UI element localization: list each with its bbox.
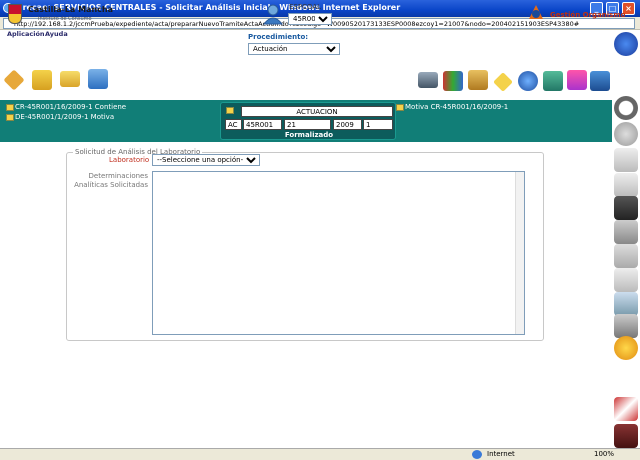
unit-select[interactable]: 45R001: [288, 13, 332, 25]
act-version: 1: [363, 119, 393, 130]
laboratorio-label: Laboratorio: [109, 156, 150, 164]
document-icon: [6, 103, 14, 111]
folder-star-icon[interactable]: [32, 70, 52, 90]
laptop-icon[interactable]: [418, 72, 438, 88]
status-bar: Internet 100%: [0, 448, 640, 460]
act-status: Formalizado: [284, 131, 334, 139]
menu-aplicacion[interactable]: Aplicación: [7, 30, 45, 38]
relation-link-3[interactable]: Motiva CR-45R001/16/2009-1: [396, 103, 508, 111]
stamp-icon[interactable]: [614, 220, 638, 244]
document-icon: [396, 103, 404, 111]
actuacion-title: ACTUACION: [241, 106, 393, 117]
relation-link-2[interactable]: DE-45R001/1/2009-1 Motiva: [6, 113, 114, 121]
books-icon[interactable]: [443, 71, 463, 91]
documents-icon[interactable]: [614, 268, 638, 292]
users-tree-icon[interactable]: [88, 69, 108, 89]
print-preview-icon[interactable]: [614, 244, 638, 268]
act-number: 21: [284, 119, 331, 130]
act-year: 2009: [333, 119, 362, 130]
internet-zone-icon: [472, 450, 482, 459]
back-icon[interactable]: [614, 122, 638, 146]
folder-icon[interactable]: [60, 71, 80, 87]
coat-of-arms-logo: [8, 4, 22, 24]
textarea-scrollbar[interactable]: [515, 172, 524, 334]
printer-icon[interactable]: [614, 314, 638, 338]
procedure-label: Procedimiento:: [248, 33, 309, 41]
menu-ayuda[interactable]: Ayuda: [45, 30, 68, 38]
save-icon[interactable]: [614, 196, 638, 220]
determinaciones-label: Determinaciones Analíticas Solicitadas: [74, 172, 148, 189]
actuacion-summary: ACTUACION AC 45R001 21 2009 1 Formalizad…: [220, 102, 396, 140]
search-icon[interactable]: [614, 96, 638, 120]
cancel-tool-icon[interactable]: [614, 397, 638, 421]
document-icon[interactable]: [614, 148, 638, 172]
info-icon[interactable]: [614, 32, 638, 56]
organization-icon: [529, 5, 543, 19]
organization-link[interactable]: Gestión Organismo: [550, 11, 625, 19]
zone-label: Internet: [487, 450, 515, 458]
gear-icon[interactable]: [614, 336, 638, 360]
procedure-select[interactable]: Actuación: [248, 43, 340, 55]
globe-icon[interactable]: [518, 71, 538, 91]
chart-search-icon[interactable]: [543, 71, 563, 91]
document-icon: [6, 113, 14, 121]
brand-subtitle: Instituto de Consumo: [38, 16, 92, 22]
user-name: ESPCOAL: [289, 3, 322, 11]
shapes-icon[interactable]: [567, 70, 587, 90]
user-icon: [262, 4, 284, 25]
laboratorio-select[interactable]: --Seleccione una opción--: [152, 154, 260, 166]
zoom-level[interactable]: 100%: [594, 450, 614, 458]
determinaciones-textarea[interactable]: [152, 171, 525, 335]
actuacion-icon: [226, 107, 234, 114]
act-type: AC: [225, 119, 242, 130]
exit-icon[interactable]: [614, 424, 638, 448]
copy-icon[interactable]: [614, 173, 638, 197]
act-unit: 45R001: [243, 119, 282, 130]
brand-name: Castilla-La Mancha: [28, 5, 113, 14]
archive-icon[interactable]: [468, 70, 488, 90]
relation-link-1[interactable]: CR-45R001/16/2009-1 Contiene: [6, 103, 126, 111]
jar-icon[interactable]: [614, 292, 638, 316]
network-icon[interactable]: [590, 71, 610, 91]
